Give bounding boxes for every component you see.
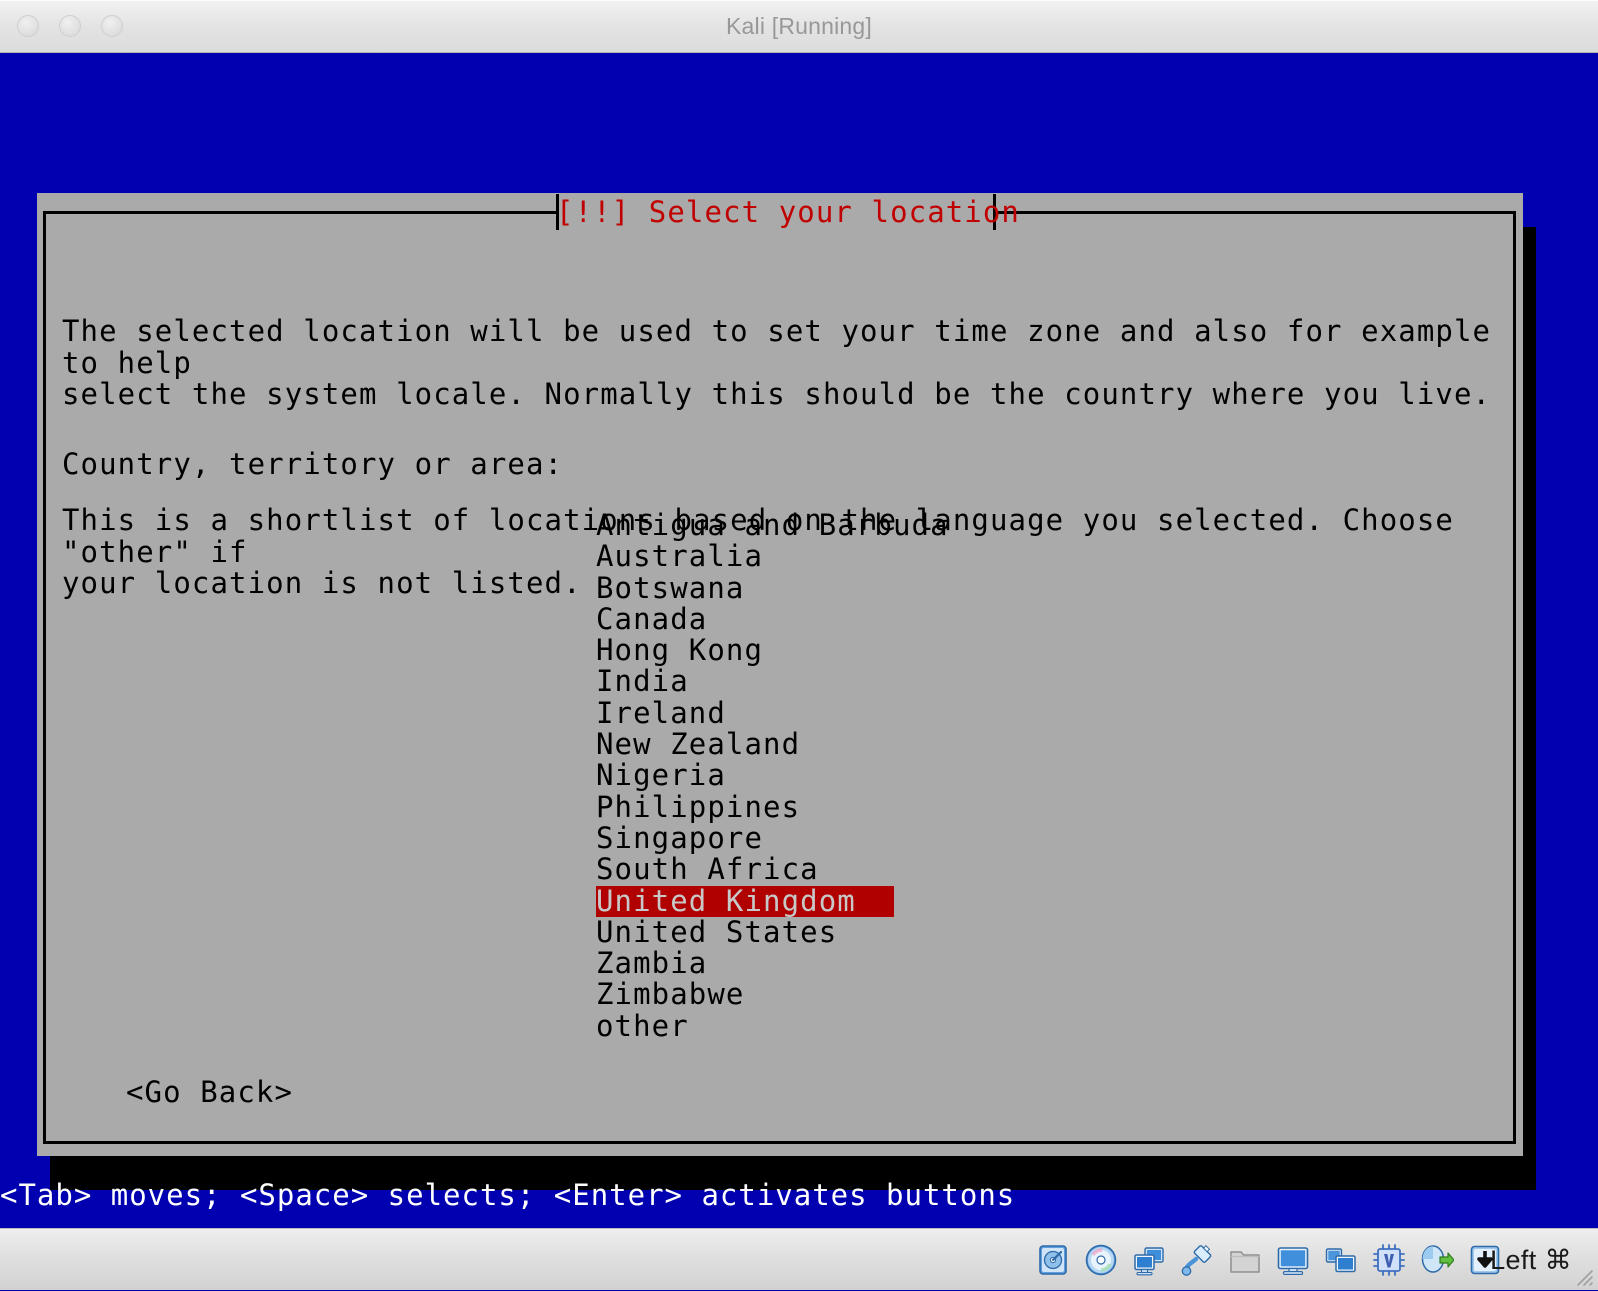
list-item[interactable]: United States bbox=[596, 916, 896, 948]
statusbar-icon-group bbox=[1036, 1229, 1502, 1291]
list-item[interactable]: Antigua and Barbuda bbox=[596, 509, 948, 541]
list-item[interactable]: New Zealand bbox=[596, 728, 896, 760]
remote-display-icon[interactable] bbox=[1324, 1243, 1358, 1277]
list-item[interactable]: Nigeria bbox=[596, 760, 896, 792]
list-item[interactable]: Hong Kong bbox=[596, 634, 896, 666]
vm-window: Kali [Running] [!!] Select your location… bbox=[0, 0, 1598, 1290]
vm-console-screen[interactable]: [!!] Select your location The selected l… bbox=[0, 53, 1598, 1228]
console-key-hint: <Tab> moves; <Space> selects; <Enter> ac… bbox=[0, 1178, 1016, 1212]
host-key-label: Left ⌘ bbox=[1490, 1244, 1572, 1275]
list-item[interactable]: Ireland bbox=[596, 697, 896, 729]
list-item[interactable]: India bbox=[596, 666, 896, 698]
dialog-title: [!!] Select your location bbox=[556, 195, 1020, 229]
list-item[interactable]: Singapore bbox=[596, 822, 896, 854]
resize-grip-icon[interactable] bbox=[1573, 1266, 1595, 1288]
optical-disc-icon[interactable] bbox=[1084, 1243, 1118, 1277]
description-paragraph-1: The selected location will be used to se… bbox=[62, 314, 1492, 411]
list-item[interactable]: other bbox=[596, 1010, 896, 1042]
display-icon[interactable] bbox=[1276, 1243, 1310, 1277]
list-item[interactable]: South Africa bbox=[596, 853, 896, 885]
go-back-button[interactable]: <Go Back> bbox=[126, 1075, 293, 1109]
window-titlebar: Kali [Running] bbox=[0, 0, 1598, 53]
mouse-integration-icon[interactable] bbox=[1420, 1243, 1454, 1277]
list-item[interactable]: Botswana bbox=[596, 572, 896, 604]
hard-disk-icon[interactable] bbox=[1036, 1243, 1070, 1277]
virtualbox-statusbar: Left ⌘ bbox=[0, 1228, 1598, 1290]
list-item[interactable]: Zambia bbox=[596, 947, 896, 979]
shared-folder-icon[interactable] bbox=[1228, 1243, 1262, 1277]
list-item[interactable]: Philippines bbox=[596, 791, 896, 823]
list-item[interactable]: Australia bbox=[596, 540, 896, 572]
list-item[interactable]: Canada bbox=[596, 603, 896, 635]
country-list[interactable]: Antigua and Barbuda Australia Botswana C… bbox=[596, 509, 948, 1042]
network-icon[interactable] bbox=[1132, 1243, 1166, 1277]
virtualization-icon[interactable] bbox=[1372, 1243, 1406, 1277]
usb-icon[interactable] bbox=[1180, 1243, 1214, 1277]
list-item-selected[interactable]: United Kingdom bbox=[596, 885, 894, 917]
list-item[interactable]: Zimbabwe bbox=[596, 979, 896, 1011]
country-field-label: Country, territory or area: bbox=[62, 447, 564, 481]
window-title: Kali [Running] bbox=[726, 13, 872, 39]
